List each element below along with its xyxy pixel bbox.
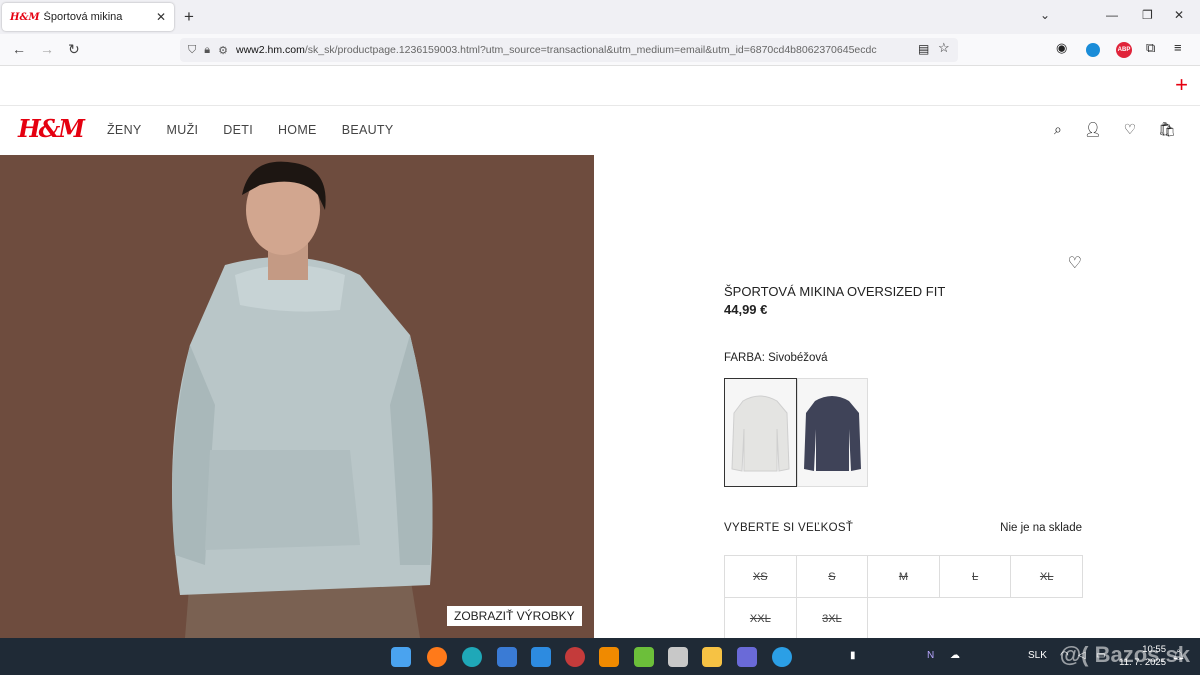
reader-view-icon[interactable]: ▤ xyxy=(918,42,929,56)
size-option-3xl[interactable]: 3XL xyxy=(795,597,869,640)
size-option-xxl[interactable]: XXL xyxy=(724,597,797,640)
main-menu: ŽENY MUŽI DETI HOME BEAUTY xyxy=(107,123,394,137)
start-windows-icon[interactable] xyxy=(391,647,411,667)
favorites-heart-icon[interactable]: ♡ xyxy=(1124,121,1137,138)
size-heading: VYBERTE SI VEĽKOSŤ xyxy=(724,522,854,534)
watermark: @( Bazos.sk xyxy=(1059,642,1190,667)
restore-icon[interactable]: ❐ xyxy=(1142,8,1153,22)
back-icon[interactable]: ← xyxy=(12,41,26,57)
file-explorer-icon[interactable] xyxy=(702,647,722,667)
menu-item-muzi[interactable]: MUŽI xyxy=(167,123,199,137)
size-option-xl[interactable]: XL xyxy=(1010,555,1083,598)
product-image[interactable]: ZOBRAZIŤ VÝROBKY xyxy=(0,155,594,638)
hm-favicon-icon: H&M xyxy=(10,11,40,23)
new-tab-icon[interactable]: + xyxy=(184,7,194,27)
menu-item-zeny[interactable]: ŽENY xyxy=(107,123,142,137)
site-header: H&M ŽENY MUŽI DETI HOME BEAUTY ⌕ 👤︎ ♡ 🛍︎ xyxy=(0,106,1200,155)
bookmark-star-icon[interactable]: ☆ xyxy=(938,40,950,56)
store-icon[interactable] xyxy=(497,647,517,667)
hoodie-light-icon xyxy=(731,395,790,472)
permissions-icon[interactable]: ⚙︎ xyxy=(218,44,228,57)
product-info: ♡ ŠPORTOVÁ MIKINA OVERSIZED FIT 44,99 € … xyxy=(724,155,1083,640)
edge-icon[interactable] xyxy=(462,647,482,667)
product-name: ŠPORTOVÁ MIKINA OVERSIZED FIT xyxy=(724,284,946,299)
promo-bar: + xyxy=(0,66,1200,106)
url-host: www2.hm.com xyxy=(235,44,305,56)
app-red-icon[interactable] xyxy=(565,647,585,667)
reload-icon[interactable]: ↻ xyxy=(68,41,80,58)
account-icon[interactable]: ◉ xyxy=(1056,40,1067,56)
size-grid: XS S M L XL XXL 3XL xyxy=(724,555,1083,640)
expand-plus-icon[interactable]: + xyxy=(1175,72,1188,98)
app-icon[interactable] xyxy=(531,647,551,667)
app-tool-icon[interactable] xyxy=(668,647,688,667)
tab-title: Športová mikina xyxy=(43,11,123,23)
close-window-icon[interactable]: ✕ xyxy=(1174,8,1184,22)
close-tab-icon[interactable]: ✕ xyxy=(156,10,166,24)
url-bar[interactable]: ⛉ 🔒︎ ⚙︎ www2.hm.com/sk_sk/productpage.12… xyxy=(180,38,958,62)
hm-logo[interactable]: H&M xyxy=(18,114,85,143)
show-products-button[interactable]: ZOBRAZIŤ VÝROBKY xyxy=(447,606,582,626)
stock-status: Nie je na sklade xyxy=(1000,522,1082,534)
product-price: 44,99 € xyxy=(724,302,768,317)
onenote-icon[interactable]: N xyxy=(927,650,934,661)
extensions-puzzle-icon[interactable]: ⧉ xyxy=(1146,40,1155,56)
app-purple-icon[interactable] xyxy=(737,647,757,667)
extension-blue-icon[interactable] xyxy=(1086,43,1100,57)
menu-item-home[interactable]: HOME xyxy=(278,123,317,137)
size-option-m[interactable]: M xyxy=(867,555,940,598)
windows-taskbar: ▮ N ☁︎ SLK ◠ ◁ ▭ 10:55 11. 7. 2025 🔔︎ @(… xyxy=(0,638,1200,675)
size-option-l[interactable]: L xyxy=(938,555,1012,598)
browser-tab[interactable]: H&M Športová mikina ✕ xyxy=(2,3,174,31)
app-green-icon[interactable] xyxy=(634,647,654,667)
shopping-bag-icon[interactable]: 🛍︎ xyxy=(1158,121,1176,138)
hoodie-dark-icon xyxy=(804,396,861,471)
color-label: FARBA: Sivobéžová xyxy=(724,352,828,364)
shield-icon[interactable]: ⛉ xyxy=(188,44,196,57)
lock-icon[interactable]: 🔒︎ xyxy=(204,44,210,57)
cloud-icon[interactable]: ☁︎ xyxy=(950,650,960,661)
color-swatch-light[interactable] xyxy=(724,378,797,487)
menu-item-beauty[interactable]: BEAUTY xyxy=(342,123,394,137)
tab-list-chevron-icon[interactable]: ⌄ xyxy=(1040,8,1050,22)
firefox-icon[interactable] xyxy=(427,647,447,667)
browser-tab-bar: H&M Športová mikina ✕ + ⌄ — ❐ ✕ xyxy=(0,0,1200,34)
help-icon[interactable] xyxy=(772,647,792,667)
language-indicator[interactable]: SLK xyxy=(1028,650,1047,661)
search-icon[interactable]: ⌕ xyxy=(1054,121,1062,138)
model-illustration xyxy=(172,161,433,638)
size-option-xs[interactable]: XS xyxy=(724,555,797,598)
header-icons: ⌕ 👤︎ ♡ 🛍︎ xyxy=(1054,121,1176,138)
tray-icon[interactable]: ▮ xyxy=(850,650,856,661)
menu-item-deti[interactable]: DETI xyxy=(223,123,253,137)
url-path: /sk_sk/productpage.1236159003.html?utm_s… xyxy=(304,44,877,56)
adblock-icon[interactable]: ABP xyxy=(1116,42,1132,58)
size-option-s[interactable]: S xyxy=(795,555,869,598)
forward-icon[interactable]: → xyxy=(40,41,54,57)
menu-hamburger-icon[interactable]: ≡ xyxy=(1174,40,1182,55)
add-to-favorites-heart-icon[interactable]: ♡ xyxy=(1068,253,1082,273)
browser-nav-bar: ← → ↻ ⛉ 🔒︎ ⚙︎ www2.hm.com/sk_sk/productp… xyxy=(0,34,1200,66)
vlc-icon[interactable] xyxy=(599,647,619,667)
color-swatch-dark[interactable] xyxy=(797,378,868,487)
account-icon[interactable]: 👤︎ xyxy=(1084,121,1102,138)
minimize-icon[interactable]: — xyxy=(1106,8,1118,22)
